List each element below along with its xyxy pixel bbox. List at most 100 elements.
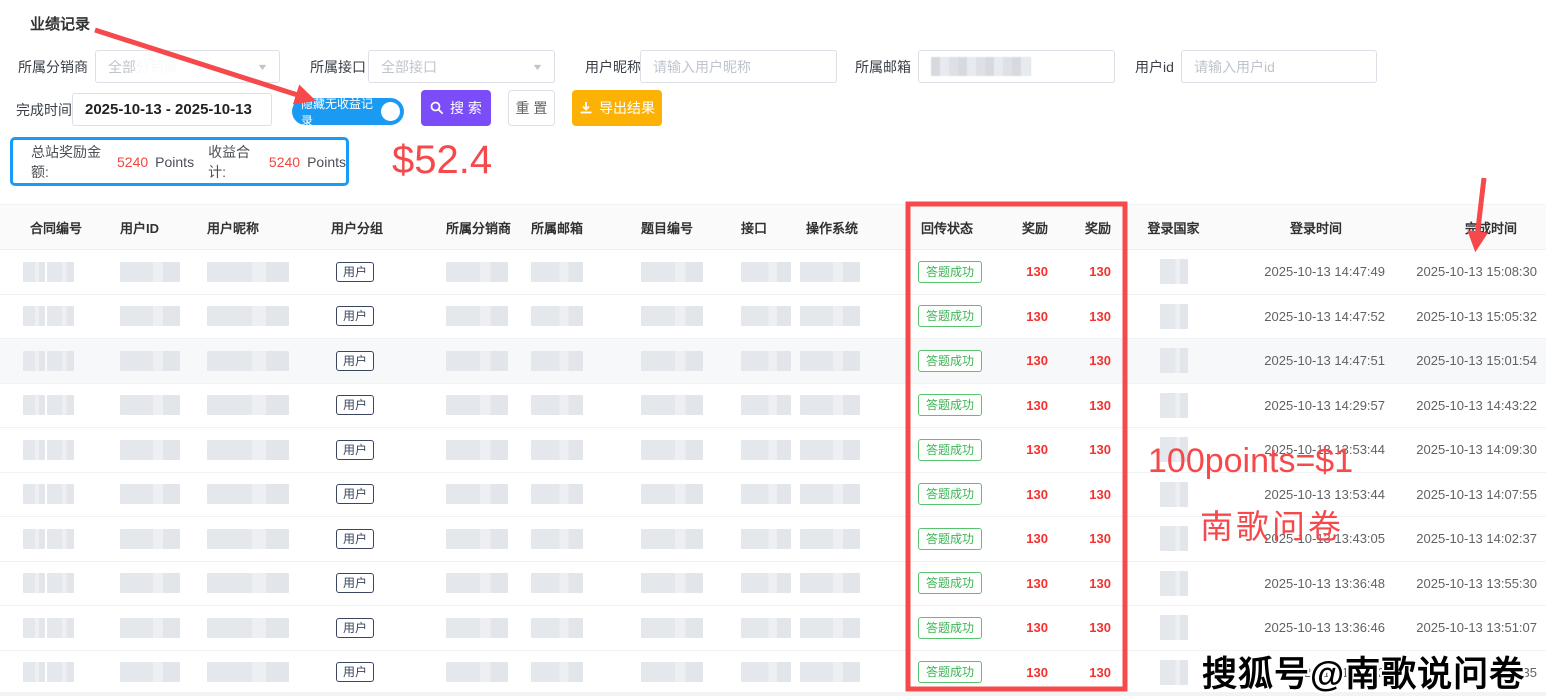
- column-header-13: 登录国家: [1136, 218, 1211, 237]
- table-header-row: 合同编号用户ID用户昵称用户分组所属分销商所属邮箱题目编号接口操作系统回传状态奖…: [0, 204, 1546, 250]
- user-group-tag: 用户: [336, 395, 374, 415]
- os-masked: [795, 618, 908, 638]
- login-time: 2025-10-13 13:43:05: [1211, 531, 1396, 546]
- nickname-input[interactable]: [653, 59, 824, 75]
- export-button[interactable]: 导出结果: [572, 90, 662, 126]
- user-group-cell: 用户: [321, 662, 436, 682]
- blur-patch: [136, 57, 184, 78]
- chevron-down-icon: ▼: [531, 62, 543, 72]
- page-title: 业绩记录: [30, 13, 90, 34]
- user-group-tag: 用户: [336, 662, 374, 682]
- api-masked: [731, 262, 795, 282]
- date-range-input[interactable]: [85, 101, 259, 118]
- question-id-masked: [631, 395, 731, 415]
- question-id-masked: [631, 662, 731, 682]
- nickname-masked: [207, 306, 321, 326]
- column-header-3: 用户昵称: [207, 218, 321, 237]
- status-badge: 答题成功: [918, 528, 982, 550]
- question-id-masked: [631, 618, 731, 638]
- distributor-masked: [436, 573, 521, 593]
- contract-id-masked: [20, 618, 120, 638]
- email-masked-value: [931, 57, 1031, 76]
- login-country-masked: [1136, 437, 1211, 462]
- login-time: 2025-10-13 14:47:49: [1211, 264, 1396, 279]
- user-id-masked: [120, 351, 207, 371]
- user-id-label: 用户id: [1135, 57, 1174, 77]
- login-country-masked: [1136, 393, 1211, 418]
- summary-total-value: 5240: [117, 154, 148, 170]
- api-masked: [731, 395, 795, 415]
- question-id-masked: [631, 573, 731, 593]
- distributor-masked: [436, 662, 521, 682]
- reward-value: 130: [1072, 620, 1136, 635]
- toggle-knob[interactable]: [381, 102, 400, 121]
- user-group-cell: 用户: [321, 306, 436, 326]
- table-row: 用户答题成功1301302025-10-13 13:53:442025-10-1…: [0, 473, 1546, 518]
- records-table: 合同编号用户ID用户昵称用户分组所属分销商所属邮箱题目编号接口操作系统回传状态奖…: [0, 204, 1546, 695]
- email-input[interactable]: [918, 50, 1115, 83]
- column-header-12: 奖励: [1072, 218, 1136, 237]
- contract-id-masked: [20, 484, 120, 504]
- os-masked: [795, 440, 908, 460]
- user-group-tag: 用户: [336, 573, 374, 593]
- os-masked: [795, 351, 908, 371]
- callback-status-cell: 答题成功: [908, 305, 1008, 327]
- login-country-masked: [1136, 482, 1211, 507]
- callback-status-cell: 答题成功: [908, 661, 1008, 683]
- scrollbar-track[interactable]: [0, 692, 1546, 696]
- email-masked: [521, 573, 631, 593]
- hide-no-income-toggle[interactable]: 隐藏无收益记录: [292, 98, 404, 125]
- reward-site-value: 130: [1008, 620, 1072, 635]
- contract-id-masked: [20, 573, 120, 593]
- complete-time: 2025-10-13 15:08:30: [1396, 264, 1546, 279]
- complete-time: 2025-10-13 15:05:32: [1396, 309, 1546, 324]
- api-select[interactable]: 全部接口 ▼: [368, 50, 555, 83]
- user-id-field-wrap: [1181, 50, 1377, 83]
- distributor-label: 所属分销商: [18, 57, 88, 77]
- column-header-8: 接口: [731, 218, 795, 237]
- reset-button-label: 重 置: [516, 98, 548, 118]
- user-id-masked: [120, 395, 207, 415]
- login-country-masked: [1136, 304, 1211, 329]
- status-badge: 答题成功: [918, 661, 982, 683]
- os-masked: [795, 529, 908, 549]
- question-id-masked: [631, 306, 731, 326]
- user-group-cell: 用户: [321, 484, 436, 504]
- user-id-input[interactable]: [1194, 59, 1364, 75]
- user-group-tag: 用户: [336, 262, 374, 282]
- login-time: 2025-10-13 14:47:51: [1211, 353, 1396, 368]
- reward-value: 130: [1072, 442, 1136, 457]
- column-header-7: 题目编号: [631, 218, 731, 237]
- complete-time: 2025-10-13 14:09:30: [1396, 442, 1546, 457]
- user-group-cell: 用户: [321, 262, 436, 282]
- reset-button[interactable]: 重 置: [508, 90, 555, 126]
- nickname-masked: [207, 440, 321, 460]
- os-masked: [795, 662, 908, 682]
- email-masked: [521, 351, 631, 371]
- complete-time-label: 完成时间: [16, 100, 72, 120]
- login-time: 2025-10-13 13:36:48: [1211, 576, 1396, 591]
- user-group-cell: 用户: [321, 618, 436, 638]
- nickname-masked: [207, 618, 321, 638]
- reward-value: 130: [1072, 531, 1136, 546]
- complete-time: 2025-10-13 13:55:30: [1396, 576, 1546, 591]
- status-badge: 答题成功: [918, 394, 982, 416]
- user-id-masked: [120, 573, 207, 593]
- login-time: 2025-10-13 14:47:52: [1211, 309, 1396, 324]
- email-masked: [521, 662, 631, 682]
- user-group-cell: 用户: [321, 351, 436, 371]
- user-id-masked: [120, 662, 207, 682]
- nickname-masked: [207, 484, 321, 504]
- table-row: 用户答题成功1301302025-10-13 14:29:572025-10-1…: [0, 384, 1546, 429]
- distributor-masked: [436, 306, 521, 326]
- complete-time: 2025-10-13 14:02:37: [1396, 531, 1546, 546]
- reward-site-value: 130: [1008, 264, 1072, 279]
- search-button[interactable]: 搜 索: [421, 90, 491, 126]
- os-masked: [795, 306, 908, 326]
- question-id-masked: [631, 262, 731, 282]
- complete-time: 2025-10-13 13:51:07: [1396, 620, 1546, 635]
- distributor-select[interactable]: 全部分销商 ▼: [95, 50, 280, 83]
- summary-income-value: 5240: [269, 154, 300, 170]
- distributor-masked: [436, 484, 521, 504]
- question-id-masked: [631, 484, 731, 504]
